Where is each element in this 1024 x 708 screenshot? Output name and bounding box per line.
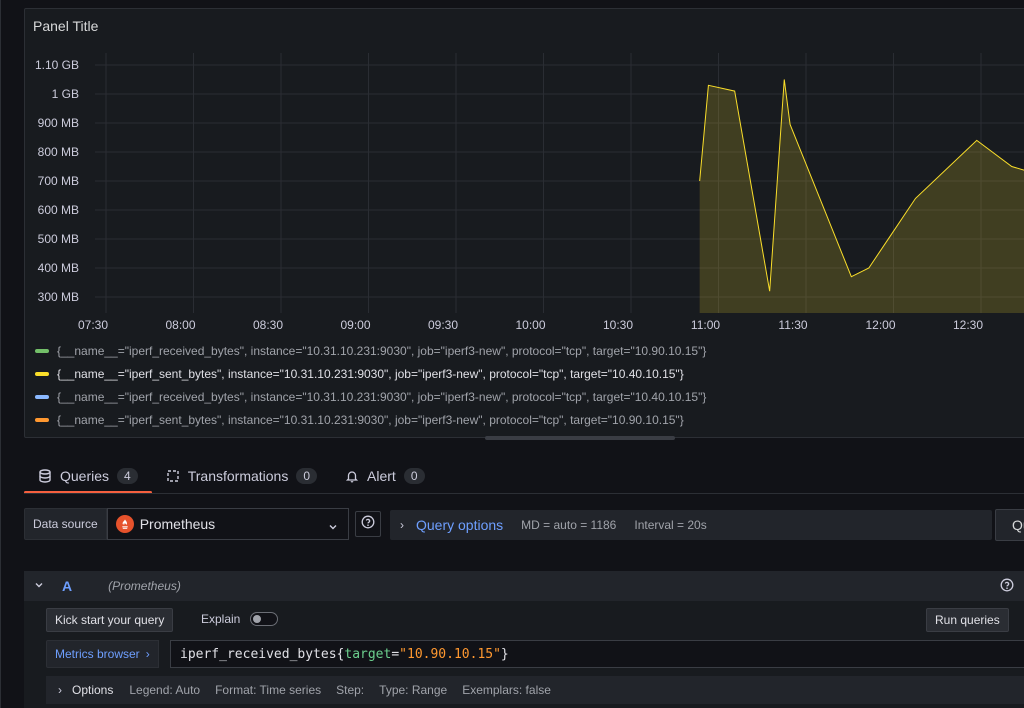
legend-item[interactable]: {__name__="iperf_received_bytes", instan…	[35, 385, 706, 408]
x-tick-label: 09:00	[340, 318, 370, 332]
legend-color-swatch	[35, 417, 49, 422]
run-queries-button[interactable]: Run queries	[926, 608, 1009, 632]
editor-tabs: Queries 4 Transformations 0 Alert 0	[24, 460, 439, 494]
database-icon	[38, 469, 52, 483]
max-data-points: MD = auto = 1186	[521, 518, 617, 532]
y-tick-label: 700 MB	[38, 174, 79, 188]
chevron-right-icon: ›	[58, 683, 62, 697]
query-options-bar[interactable]: › Query options MD = auto = 1186 Interva…	[390, 510, 992, 540]
prometheus-icon	[115, 515, 134, 533]
tab-transformations[interactable]: Transformations 0	[152, 460, 331, 492]
y-axis: 1.10 GB 1 GB 900 MB 800 MB 700 MB 600 MB 500 M…	[35, 58, 79, 304]
brace-open: {	[336, 646, 345, 662]
legend: {__name__="iperf_received_bytes", instan…	[35, 339, 706, 431]
bell-icon	[345, 469, 359, 483]
datasource-help-button[interactable]	[354, 511, 381, 537]
tab-label: Alert	[367, 468, 396, 484]
format-option: Format: Time series	[215, 683, 322, 697]
question-circle-icon	[361, 515, 375, 534]
chevron-right-icon: ›	[400, 518, 404, 532]
datasource-row: Data source Prometheus	[24, 508, 381, 540]
datasource-name: Prometheus	[139, 516, 216, 532]
tab-count-badge: 4	[117, 468, 138, 484]
legend-color-swatch	[35, 348, 49, 353]
y-tick-label: 900 MB	[38, 116, 79, 130]
legend-color-swatch	[35, 394, 49, 399]
explain-toggle[interactable]	[250, 612, 278, 626]
chevron-down-icon[interactable]	[34, 579, 44, 593]
query-options-row[interactable]: › Options Legend: Auto Format: Time seri…	[46, 676, 1024, 704]
x-axis: 07:30 08:00 08:30 09:00 09:30 10:00 10:30 11:00…	[78, 318, 983, 332]
interval-info: Interval = 20s	[634, 518, 707, 532]
x-tick-label: 08:30	[253, 318, 283, 332]
question-circle-icon[interactable]	[1000, 578, 1014, 597]
transform-icon	[166, 469, 180, 483]
query-inspector-button[interactable]: Qu	[995, 509, 1024, 541]
datasource-label: Data source	[24, 508, 107, 540]
y-tick-label: 1.10 GB	[35, 58, 79, 72]
timeseries-chart[interactable]: 1.10 GB 1 GB 900 MB 800 MB 700 MB 600 MB 500 M…	[25, 9, 1024, 339]
query-metric: iperf_received_bytes	[180, 646, 337, 662]
series-layer	[699, 79, 1024, 313]
x-tick-label: 12:30	[953, 318, 983, 332]
legend-option: Legend: Auto	[129, 683, 201, 697]
x-tick-label: 10:00	[515, 318, 545, 332]
explain-label: Explain	[201, 612, 241, 626]
tab-queries[interactable]: Queries 4	[24, 460, 152, 494]
metrics-browser-label: Metrics browser	[55, 647, 140, 661]
step-option: Step:	[336, 683, 365, 697]
x-tick-label: 12:00	[865, 318, 895, 332]
legend-item[interactable]: {__name__="iperf_received_bytes", instan…	[35, 339, 706, 362]
x-tick-label: 10:30	[603, 318, 633, 332]
x-tick-label: 11:30	[778, 318, 807, 332]
y-tick-label: 300 MB	[38, 290, 79, 304]
chevron-right-icon: ›	[145, 647, 150, 661]
x-tick-label: 11:00	[691, 318, 720, 332]
legend-item[interactable]: {__name__="iperf_sent_bytes", instance="…	[35, 362, 706, 385]
query-label-key: target	[344, 646, 392, 662]
y-tick-label: 600 MB	[38, 203, 79, 217]
tabs-divider	[24, 493, 1024, 494]
series-area-fill	[699, 79, 1024, 313]
query-options-title[interactable]: Query options	[416, 517, 503, 533]
horizontal-scrollbar[interactable]	[485, 436, 675, 440]
tab-label: Queries	[60, 468, 110, 484]
legend-label: {__name__="iperf_sent_bytes", instance="…	[57, 412, 684, 427]
exemplars-option: Exemplars: false	[462, 683, 551, 697]
brace-close: }	[500, 646, 509, 662]
promql-query-input[interactable]: iperf_received_bytes{target = "10.90.10.15…	[170, 640, 1024, 668]
query-label-value: "10.90.10.15"	[399, 646, 501, 662]
chevron-down-icon	[328, 519, 338, 535]
y-tick-label: 800 MB	[38, 145, 79, 159]
tab-label: Transformations	[187, 468, 289, 484]
graph-panel[interactable]: Panel Title 1.10 GB 1 GB 900 MB 800 MB 700 M…	[24, 8, 1024, 440]
legend-item[interactable]: {__name__="iperf_sent_bytes", instance="…	[35, 408, 706, 431]
tab-count-badge: 0	[296, 468, 318, 484]
x-tick-label: 07:30	[78, 318, 108, 332]
y-tick-label: 500 MB	[38, 232, 79, 246]
legend-label: {__name__="iperf_sent_bytes", instance="…	[57, 366, 684, 381]
query-row-header[interactable]: A (Prometheus)	[24, 571, 1024, 601]
query-datasource-name: (Prometheus)	[108, 579, 181, 593]
query-ref-id[interactable]: A	[62, 578, 72, 594]
x-tick-label: 09:30	[428, 318, 458, 332]
x-tick-label: 08:00	[165, 318, 195, 332]
legend-color-swatch	[35, 371, 49, 376]
tab-count-badge: 0	[403, 468, 425, 484]
left-border	[0, 0, 1, 708]
type-option: Type: Range	[379, 683, 448, 697]
kick-start-button[interactable]: Kick start your query	[46, 608, 174, 632]
legend-label: {__name__="iperf_received_bytes", instan…	[57, 343, 707, 358]
y-tick-label: 400 MB	[38, 261, 79, 275]
tab-alert[interactable]: Alert 0	[331, 460, 438, 492]
datasource-picker[interactable]: Prometheus	[106, 508, 349, 540]
equals-sign: =	[391, 646, 400, 662]
legend-label: {__name__="iperf_received_bytes", instan…	[57, 389, 707, 404]
metrics-browser-button[interactable]: Metrics browser ›	[46, 640, 159, 668]
y-tick-label: 1 GB	[52, 87, 79, 101]
options-title: Options	[72, 683, 114, 697]
